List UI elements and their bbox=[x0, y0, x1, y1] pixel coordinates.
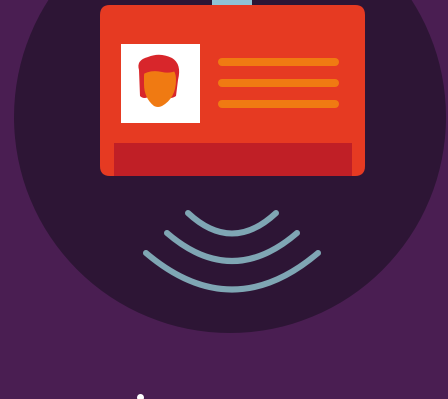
badge-photo bbox=[121, 44, 200, 123]
badge-footer-stripe bbox=[114, 143, 352, 176]
bottom-dot-indicator bbox=[137, 394, 144, 399]
contactless-id-badge-icon bbox=[14, 0, 446, 333]
contactless-badge-illustration-screen bbox=[0, 0, 448, 399]
